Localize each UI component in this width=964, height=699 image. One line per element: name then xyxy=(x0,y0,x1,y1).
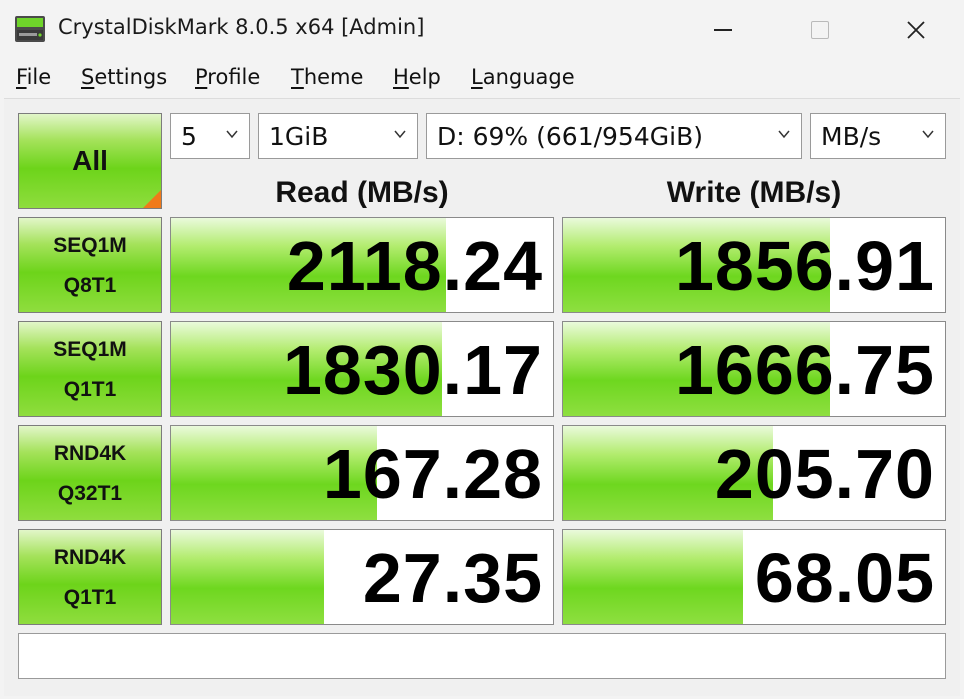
maximize-button[interactable] xyxy=(772,0,868,60)
test-rnd4k-q32t1-button[interactable]: RND4K Q32T1 xyxy=(18,425,162,521)
menu-profile-label: rofile xyxy=(207,65,261,89)
menu-language[interactable]: Language xyxy=(471,65,575,89)
test-name: RND4K xyxy=(53,442,127,465)
comment-input[interactable] xyxy=(18,633,946,679)
write-value: 68.05 xyxy=(754,539,935,617)
read-result-cell: 167.28 xyxy=(170,425,554,521)
test-name: RND4K xyxy=(53,546,127,569)
chevron-down-icon xyxy=(922,130,934,139)
drive-select[interactable]: D: 69% (661/954GiB) xyxy=(426,113,802,159)
menu-settings[interactable]: Settings xyxy=(81,65,167,89)
chevron-down-icon xyxy=(778,130,790,139)
write-result-cell: 68.05 xyxy=(562,529,946,625)
menu-help-label: elp xyxy=(408,65,441,89)
close-button[interactable] xyxy=(868,0,964,60)
unit-select[interactable]: MB/s xyxy=(810,113,946,159)
read-value: 167.28 xyxy=(322,435,543,513)
menu-language-mnemonic: L xyxy=(471,65,483,89)
menu-language-label: anguage xyxy=(482,65,575,89)
menu-theme[interactable]: Theme xyxy=(291,65,363,89)
minimize-button[interactable] xyxy=(675,0,771,60)
write-result-cell: 1856.91 xyxy=(562,217,946,313)
test-seq1m-q8t1-button[interactable]: SEQ1M Q8T1 xyxy=(18,217,162,313)
unit-value: MB/s xyxy=(821,121,882,151)
write-header: Write (MB/s) xyxy=(666,176,842,209)
app-drive-icon xyxy=(15,16,45,42)
menu-theme-mnemonic: T xyxy=(291,65,304,89)
write-value: 1666.75 xyxy=(674,331,935,409)
read-level-bar xyxy=(171,530,324,624)
drive-value: D: 69% (661/954GiB) xyxy=(437,121,703,151)
menu-file-label: ile xyxy=(26,65,52,89)
minimize-icon xyxy=(714,29,732,31)
test-size-select[interactable]: 1GiB xyxy=(258,113,418,159)
write-level-bar xyxy=(563,530,743,624)
test-name: SEQ1M xyxy=(53,338,127,361)
maximize-icon xyxy=(811,21,829,39)
read-value: 2118.24 xyxy=(286,227,543,305)
read-result-cell: 1830.17 xyxy=(170,321,554,417)
menu-help-mnemonic: H xyxy=(393,65,409,89)
window-title: CrystalDiskMark 8.0.5 x64 [Admin] xyxy=(58,15,425,39)
read-result-cell: 27.35 xyxy=(170,529,554,625)
write-value: 1856.91 xyxy=(674,227,935,305)
menu-file-mnemonic: F xyxy=(16,65,27,89)
test-queue: Q1T1 xyxy=(63,586,117,609)
test-name: SEQ1M xyxy=(53,234,127,257)
read-result-cell: 2118.24 xyxy=(170,217,554,313)
close-icon xyxy=(907,21,925,39)
menu-help[interactable]: Help xyxy=(393,65,441,89)
menu-profile-mnemonic: P xyxy=(195,65,208,89)
title-bar: CrystalDiskMark 8.0.5 x64 [Admin] xyxy=(0,0,964,60)
read-header: Read (MB/s) xyxy=(275,176,449,209)
run-all-label: All xyxy=(72,145,108,176)
write-value: 205.70 xyxy=(714,435,935,513)
test-count-value: 5 xyxy=(181,121,197,151)
menu-bar: File Settings Profile Theme Help Languag… xyxy=(0,60,964,98)
menu-settings-mnemonic: S xyxy=(81,65,95,89)
menu-settings-label: ettings xyxy=(94,65,168,89)
corner-marker xyxy=(143,190,161,208)
read-value: 1830.17 xyxy=(282,331,543,409)
menu-theme-label: heme xyxy=(303,65,364,89)
chevron-down-icon xyxy=(226,130,238,139)
read-value: 27.35 xyxy=(362,539,543,617)
menu-file[interactable]: File xyxy=(16,65,51,89)
test-count-select[interactable]: 5 xyxy=(170,113,250,159)
test-seq1m-q1t1-button[interactable]: SEQ1M Q1T1 xyxy=(18,321,162,417)
menu-profile[interactable]: Profile xyxy=(195,65,260,89)
test-queue: Q32T1 xyxy=(57,482,123,505)
test-rnd4k-q1t1-button[interactable]: RND4K Q1T1 xyxy=(18,529,162,625)
run-all-button[interactable]: All xyxy=(18,113,162,209)
test-queue: Q1T1 xyxy=(63,378,117,401)
chevron-down-icon xyxy=(394,130,406,139)
write-result-cell: 205.70 xyxy=(562,425,946,521)
write-result-cell: 1666.75 xyxy=(562,321,946,417)
test-queue: Q8T1 xyxy=(63,274,117,297)
test-size-value: 1GiB xyxy=(269,121,329,151)
